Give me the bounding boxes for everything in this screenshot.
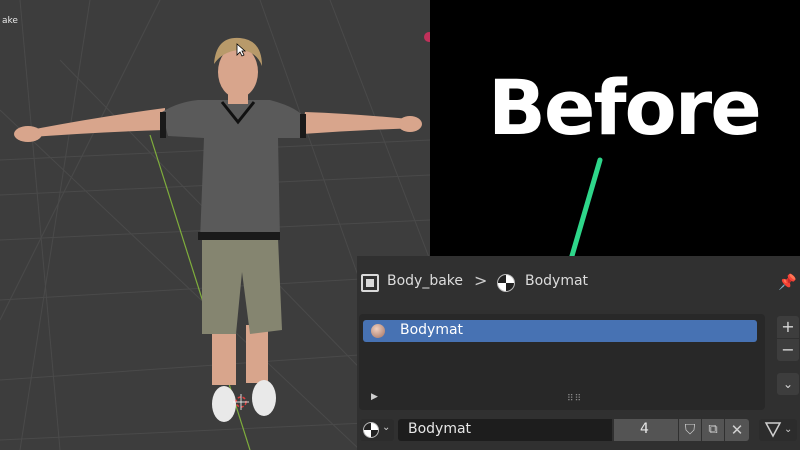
resize-grip-icon[interactable]: ⠿⠿	[567, 394, 582, 404]
browse-material-button[interactable]: ⌄	[360, 419, 394, 441]
object-data-icon	[361, 274, 379, 292]
material-slot-list[interactable]: Bodymat ▶ ⠿⠿	[359, 314, 765, 410]
material-properties-panel: Body_bake > Bodymat 📌 Bodymat ▶ ⠿⠿ + − ⌄…	[357, 256, 800, 450]
chevron-right-icon: >	[474, 271, 488, 290]
before-title: Before	[488, 63, 762, 152]
breadcrumb: Body_bake > Bodymat 📌	[357, 256, 800, 308]
breadcrumb-material: Bodymat	[525, 273, 589, 289]
expand-triangle-icon[interactable]: ▶	[371, 392, 378, 402]
material-name-field[interactable]: Bodymat	[398, 419, 612, 441]
3d-cursor-icon[interactable]	[233, 394, 249, 410]
material-datablock-bar: ⌄ Bodymat 4 ⛉ ⧉ ✕ ⌄	[357, 416, 800, 444]
user-count-button[interactable]: 4	[614, 419, 678, 441]
material-name-value: Bodymat	[408, 421, 472, 437]
pin-icon[interactable]: 📌	[778, 273, 797, 291]
breadcrumb-object: Body_bake	[387, 273, 464, 289]
user-count-value: 4	[640, 421, 649, 437]
chevron-down-icon: ⌄	[382, 422, 391, 433]
material-preview-icon	[371, 324, 385, 338]
slot-specials-menu-button[interactable]: ⌄	[777, 373, 799, 395]
copy-icon[interactable]: ⧉	[702, 419, 724, 441]
material-icon	[363, 422, 379, 438]
list-item[interactable]: Bodymat	[363, 320, 757, 342]
mouse-cursor-icon	[236, 43, 246, 57]
navigation-gizmo[interactable]	[424, 32, 430, 42]
link-mode-button[interactable]: ⌄	[759, 419, 797, 441]
chevron-down-icon: ⌄	[784, 424, 793, 435]
material-icon	[497, 274, 515, 292]
close-icon[interactable]: ✕	[725, 419, 749, 441]
add-material-slot-button[interactable]: +	[777, 316, 799, 338]
material-slot-label: Bodymat	[400, 322, 464, 338]
shield-icon[interactable]: ⛉	[679, 419, 701, 441]
remove-material-slot-button[interactable]: −	[777, 339, 799, 361]
node-tree-icon	[764, 422, 782, 438]
